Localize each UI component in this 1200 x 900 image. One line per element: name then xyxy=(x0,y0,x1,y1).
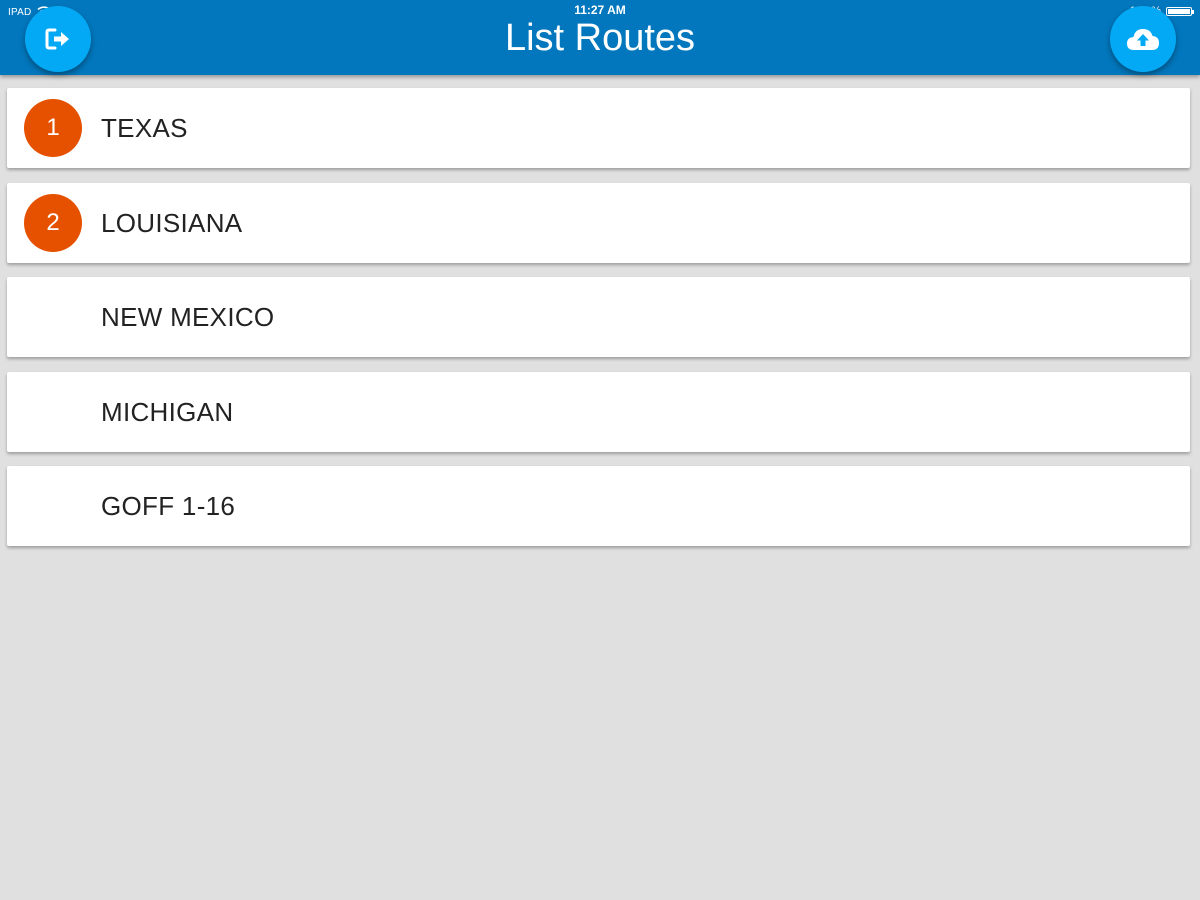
route-name: TEXAS xyxy=(101,113,188,143)
upload-button[interactable] xyxy=(1110,6,1176,72)
route-name: MICHIGAN xyxy=(101,396,234,427)
route-name: GOFF 1-16 xyxy=(101,491,236,521)
route-name: LOUISIANA xyxy=(101,207,243,238)
route-list-item[interactable]: NEW MEXICO xyxy=(7,277,1190,357)
app-screen: IPAD 11:27 AM 100 % List Routes xyxy=(0,0,1200,900)
route-number-badge: 1 xyxy=(24,99,82,157)
battery-fill xyxy=(1168,8,1190,14)
route-list-item[interactable]: GOFF 1-16 xyxy=(7,466,1190,546)
route-list: 1 TEXAS 2 LOUISIANA NEW MEXICO MICHIGAN … xyxy=(7,88,1190,561)
route-name: NEW MEXICO xyxy=(101,302,275,332)
logout-icon xyxy=(45,27,71,51)
route-list-item[interactable]: 1 TEXAS xyxy=(7,88,1190,168)
route-number-badge: 2 xyxy=(24,193,82,252)
route-list-item[interactable]: MICHIGAN xyxy=(7,371,1190,452)
app-header: IPAD 11:27 AM 100 % List Routes xyxy=(0,0,1200,75)
page-title: List Routes xyxy=(504,17,696,59)
route-list-item[interactable]: 2 LOUISIANA xyxy=(7,182,1190,263)
logout-button[interactable] xyxy=(25,6,91,72)
cloud-upload-icon xyxy=(1126,26,1160,52)
